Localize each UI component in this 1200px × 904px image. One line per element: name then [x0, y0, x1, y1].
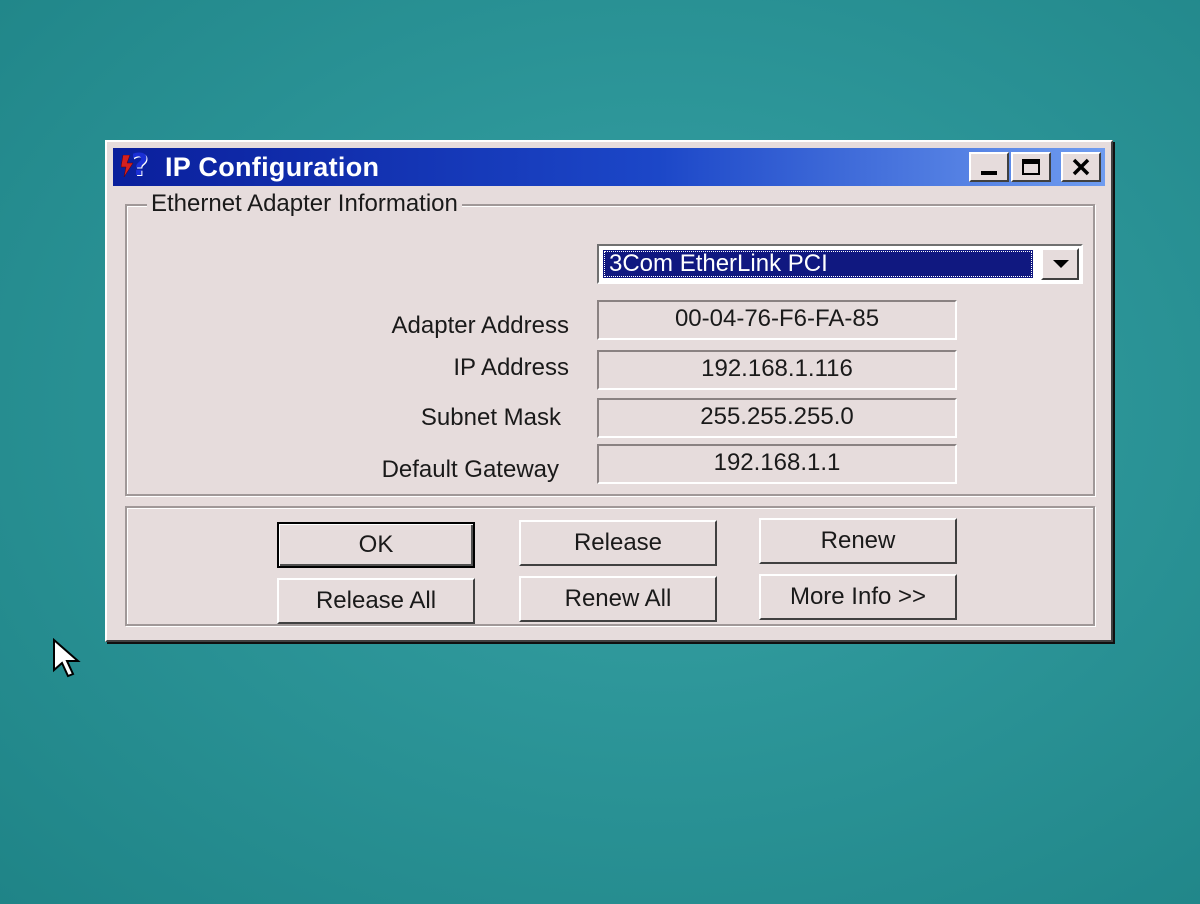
group-legend: Ethernet Adapter Information	[147, 190, 462, 218]
release-button[interactable]: Release	[519, 520, 717, 566]
adapter-address-label: Adapter Address	[391, 312, 569, 339]
chevron-down-icon[interactable]	[1041, 248, 1079, 280]
window-title: IP Configuration	[165, 151, 380, 182]
renew-all-button[interactable]: Renew All	[519, 576, 717, 622]
subnet-mask-label: Subnet Mask	[420, 404, 561, 431]
ip-address-label: IP Address	[453, 354, 569, 381]
default-gateway-label: Default Gateway	[381, 456, 559, 483]
maximize-button[interactable]	[1011, 152, 1051, 182]
minimize-button[interactable]	[969, 152, 1009, 182]
mouse-cursor-icon	[53, 638, 81, 678]
adapter-select[interactable]: 3Com EtherLink PCI	[597, 244, 1083, 284]
subnet-mask-value: 255.255.255.0	[597, 398, 957, 438]
network-help-icon: ?	[119, 148, 159, 183]
ok-button[interactable]: OK	[277, 522, 475, 568]
adapter-address-value: 00-04-76-F6-FA-85	[597, 300, 957, 340]
ip-address-value: 192.168.1.116	[597, 350, 957, 390]
action-buttons-group: OK Release Renew Release All Renew All M…	[125, 506, 1095, 626]
default-gateway-value: 192.168.1.1	[597, 444, 957, 484]
desktop: ? IP Configuration Ethernet Adapter Info…	[0, 0, 1200, 904]
ip-configuration-window: ? IP Configuration Ethernet Adapter Info…	[105, 140, 1113, 642]
adapter-select-value: 3Com EtherLink PCI	[603, 250, 1033, 278]
release-all-button[interactable]: Release All	[277, 578, 475, 624]
maximize-icon	[1022, 159, 1040, 175]
more-info-button[interactable]: More Info >>	[759, 574, 957, 620]
adapter-information-group: Ethernet Adapter Information 3Com EtherL…	[125, 190, 1095, 496]
close-icon	[1072, 158, 1090, 176]
title-bar[interactable]: ? IP Configuration	[113, 148, 1105, 186]
close-button[interactable]	[1061, 152, 1101, 182]
minimize-icon	[981, 171, 997, 175]
renew-button[interactable]: Renew	[759, 518, 957, 564]
